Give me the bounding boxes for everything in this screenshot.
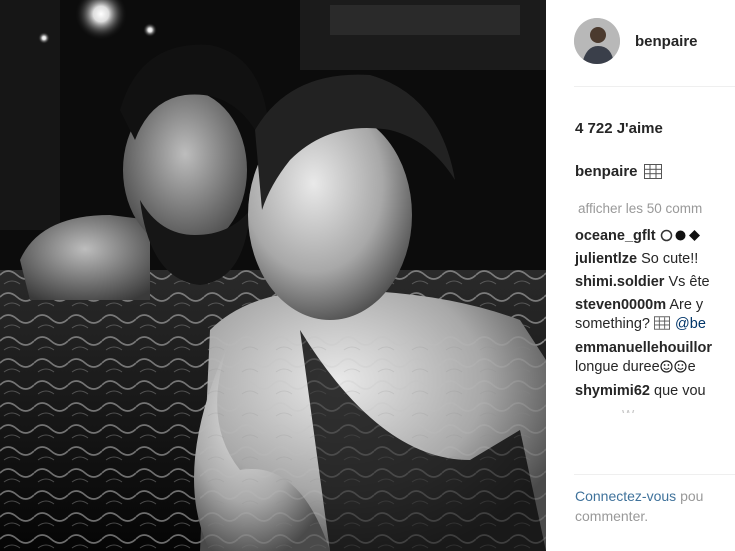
comments-list: oceane_gflt julientlze So cute!! shimi.s… bbox=[575, 227, 735, 413]
post-author-username[interactable]: benpaire bbox=[635, 33, 698, 50]
comment-text: Vs ête bbox=[668, 274, 710, 290]
avatar-image bbox=[574, 18, 620, 64]
comment-username[interactable]: shimi.soldier bbox=[575, 274, 664, 290]
caption-username[interactable]: benpaire bbox=[575, 163, 638, 180]
comment-username[interactable]: shymimi62 bbox=[575, 383, 650, 399]
comment-text: So cute!! bbox=[641, 251, 699, 267]
comment-username[interactable]: julientlze bbox=[575, 251, 637, 267]
comments-divider bbox=[574, 474, 735, 475]
comment-username[interactable]: oceane_gflt bbox=[575, 228, 656, 244]
comment-item: shimi.soldier Vs ête bbox=[575, 273, 735, 292]
comment-item-faded: ............ W... bbox=[575, 405, 735, 413]
post-photo[interactable] bbox=[0, 0, 546, 551]
grid-emoji-icon bbox=[654, 316, 670, 330]
post-side-panel: benpaire 4 722 J'aime benpaire afficher … bbox=[558, 0, 735, 551]
login-link[interactable]: Connectez-vous bbox=[575, 488, 676, 504]
load-more-comments-link[interactable]: afficher les 50 comm bbox=[578, 201, 702, 216]
header-divider bbox=[574, 86, 735, 87]
comment-item: shymimi62 que vou bbox=[575, 382, 735, 401]
grid-emoji-icon bbox=[643, 164, 662, 179]
comment-text-line2: something? @be bbox=[575, 316, 706, 332]
comment-text-line2: longue duree e bbox=[575, 359, 696, 375]
comment-item: emmanuellehouillor longue duree e bbox=[575, 339, 735, 377]
comment-text: que vou bbox=[654, 383, 706, 399]
comment-item: julientlze So cute!! bbox=[575, 250, 735, 269]
comment-item: steven0000m Are y something? @be bbox=[575, 296, 735, 334]
comment-username[interactable]: steven0000m bbox=[575, 297, 666, 313]
login-prompt: Connectez-vous pou commenter. bbox=[575, 488, 704, 524]
couple-in-hot-tub-image bbox=[0, 0, 546, 551]
user-mention-link[interactable]: @be bbox=[675, 316, 706, 332]
post-caption: benpaire bbox=[575, 163, 662, 180]
smile-emoji-icon bbox=[660, 360, 673, 373]
post-header: benpaire bbox=[574, 18, 698, 64]
comment-text: Are y bbox=[669, 297, 704, 313]
comment-item: oceane_gflt bbox=[575, 227, 735, 246]
comment-username[interactable]: emmanuellehouillor bbox=[575, 340, 712, 356]
smile-emoji-icon bbox=[674, 360, 687, 373]
avatar[interactable] bbox=[574, 18, 620, 64]
circle-outline-icon bbox=[660, 229, 672, 242]
circle-filled-icon bbox=[675, 230, 686, 241]
likes-count[interactable]: 4 722 J'aime bbox=[575, 120, 663, 137]
diamond-icon bbox=[688, 230, 700, 241]
